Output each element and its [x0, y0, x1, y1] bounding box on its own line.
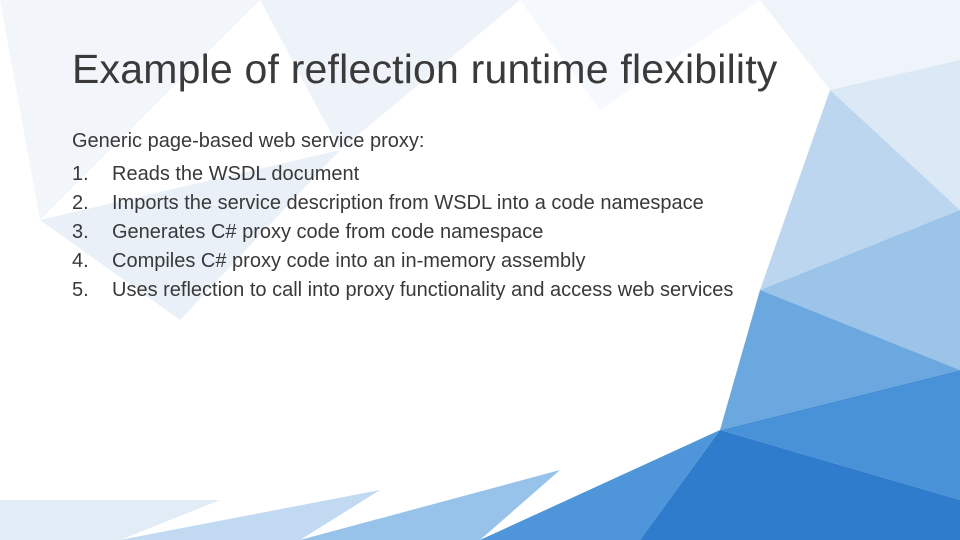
list-item: Imports the service description from WSD… [112, 189, 888, 218]
slide-title: Example of reflection runtime flexibilit… [72, 46, 888, 93]
intro-text: Generic page-based web service proxy: [72, 127, 888, 156]
numbered-list: Reads the WSDL document Imports the serv… [72, 160, 888, 305]
list-item: Reads the WSDL document [112, 160, 888, 189]
list-item: Generates C# proxy code from code namesp… [112, 218, 888, 247]
list-item: Uses reflection to call into proxy funct… [112, 276, 888, 305]
list-item: Compiles C# proxy code into an in-memory… [112, 247, 888, 276]
slide: Example of reflection runtime flexibilit… [0, 0, 960, 540]
slide-content: Example of reflection runtime flexibilit… [0, 0, 960, 305]
